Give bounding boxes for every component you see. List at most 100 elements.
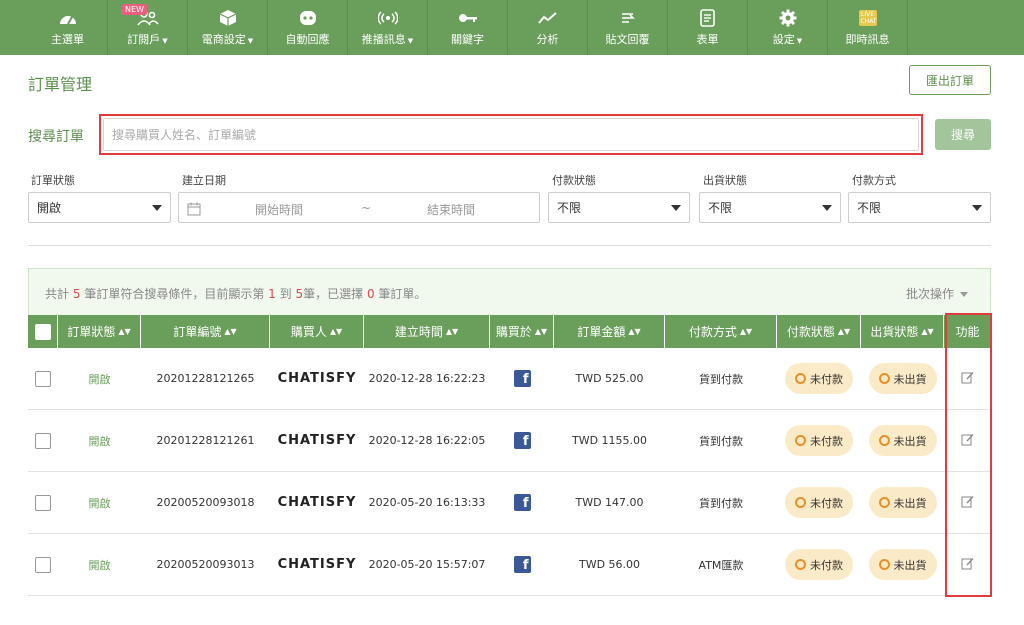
shipping-status-pill[interactable]: 未出貨 <box>868 549 937 580</box>
search-input[interactable] <box>103 118 919 151</box>
col-buyer[interactable]: 購買人 ▲▼ <box>270 315 364 348</box>
col-shipping-status[interactable]: 出貨狀態 ▲▼ <box>861 315 944 348</box>
table-cell: 貨到付款 <box>665 410 777 472</box>
form-icon <box>699 8 716 28</box>
table-cell: 20201228121261 <box>141 410 270 472</box>
table-cell: 未出貨 <box>861 410 944 472</box>
shipping-status-pill[interactable]: 未出貨 <box>868 425 937 456</box>
order-number: 20200520093013 <box>156 558 255 571</box>
gear-icon <box>779 8 797 28</box>
col-order-status[interactable]: 訂單狀態 ▲▼ <box>58 315 141 348</box>
payment-method: 貨到付款 <box>699 496 743 510</box>
buyer-name: CHATISFY <box>277 371 357 386</box>
table-cell: f <box>490 348 554 410</box>
order-amount: TWD 56.00 <box>578 558 641 571</box>
nav-label: 自動回應 <box>285 33 330 46</box>
order-status-link[interactable]: 開啟 <box>89 495 111 511</box>
nav-item-box[interactable]: 電商設定 ▼ <box>188 0 268 55</box>
sort-icon: ▲▼ <box>628 327 641 336</box>
sort-icon: ▲▼ <box>837 327 851 336</box>
export-orders-button[interactable]: 匯出訂單 <box>909 65 991 95</box>
nav-item-analytics[interactable]: 分析 <box>508 0 588 55</box>
row-checkbox[interactable] <box>35 556 51 573</box>
status-ring-icon <box>878 435 890 446</box>
caret-down-icon: ▼ <box>796 37 803 45</box>
nav-item-bot[interactable]: 自動回應 <box>268 0 348 55</box>
col-order-no[interactable]: 訂單編號 ▲▼ <box>141 315 270 348</box>
nav-item-users[interactable]: NEW 訂閱戶 ▼ <box>108 0 188 55</box>
nav-label: 設定 ▼ <box>772 33 803 46</box>
table-cell: 未出貨 <box>861 534 944 596</box>
payment-status-select[interactable]: 不限 <box>548 192 690 223</box>
nav-item-key[interactable]: 關鍵字 <box>428 0 508 55</box>
order-status-link[interactable]: 開啟 <box>89 433 111 449</box>
table-cell: TWD 56.00 <box>554 534 665 596</box>
bot-icon <box>299 8 317 28</box>
nav-item-broadcast[interactable]: 推播訊息 ▼ <box>348 0 428 55</box>
batch-actions-dropdown[interactable]: 批次操作 <box>906 285 968 302</box>
dropdown-arrow-icon <box>822 205 832 211</box>
payment-status-pill[interactable]: 未付款 <box>785 425 853 456</box>
table-cell <box>28 410 58 472</box>
facebook-icon: f <box>513 494 531 511</box>
nav-item-form[interactable]: 表單 <box>668 0 748 55</box>
row-checkbox[interactable] <box>35 370 51 387</box>
broadcast-icon <box>377 8 398 28</box>
table-cell: 開啟 <box>58 534 141 596</box>
table-cell: ATM匯款 <box>665 534 777 596</box>
created-time: 2020-12-28 16:22:23 <box>368 372 486 385</box>
nav-item-live-chat[interactable]: LIVE CHAT 即時訊息 <box>828 0 908 55</box>
payment-status-pill[interactable]: 未付款 <box>785 549 853 580</box>
created-date-filter-label: 建立日期 <box>182 174 226 187</box>
nav-item-gear[interactable]: 設定 ▼ <box>748 0 828 55</box>
col-payment-status[interactable]: 付款狀態 ▲▼ <box>777 315 861 348</box>
end-date-input[interactable]: 結束時間 <box>427 201 475 218</box>
payment-method-select[interactable]: 不限 <box>848 192 991 223</box>
table-cell: 2020-05-20 16:13:33 <box>364 472 490 534</box>
nav-label: 分析 <box>536 33 559 46</box>
search-button[interactable]: 搜尋 <box>935 119 991 150</box>
order-status-select[interactable]: 開啟 <box>28 192 171 223</box>
payment-status-filter-label: 付款狀態 <box>552 174 596 187</box>
buyer-name: CHATISFY <box>277 495 357 510</box>
buyer-name: CHATISFY <box>277 433 357 448</box>
nav-item-dashboard[interactable]: 主選單 <box>28 0 108 55</box>
search-label: 搜尋訂單 <box>28 129 84 145</box>
row-checkbox[interactable] <box>35 494 51 511</box>
payment-status-pill[interactable]: 未付款 <box>785 487 853 518</box>
nav-label: 電商設定 ▼ <box>201 33 254 46</box>
date-range-picker[interactable]: 開始時間 ~ 結束時間 <box>178 192 540 223</box>
shipping-status-pill[interactable]: 未出貨 <box>868 487 937 518</box>
order-amount: TWD 147.00 <box>575 496 644 509</box>
col-platform[interactable]: 購買於 ▲▼ <box>490 315 554 348</box>
col-payment-method[interactable]: 付款方式 ▲▼ <box>665 315 777 348</box>
sort-icon: ▲▼ <box>329 327 343 336</box>
shipping-status-select[interactable]: 不限 <box>699 192 841 223</box>
table-cell: 開啟 <box>58 472 141 534</box>
table-cell: 2020-12-28 16:22:05 <box>364 410 490 472</box>
table-cell: 貨到付款 <box>665 348 777 410</box>
nav-label: 表單 <box>696 33 719 46</box>
table-cell: 20201228121265 <box>141 348 270 410</box>
sort-icon: ▲▼ <box>224 327 237 336</box>
shipping-status-pill[interactable]: 未出貨 <box>868 363 937 394</box>
select-all-checkbox[interactable] <box>34 323 51 340</box>
payment-status-pill[interactable]: 未付款 <box>785 363 853 394</box>
col-amount[interactable]: 訂單金額 ▲▼ <box>554 315 665 348</box>
order-amount: TWD 1155.00 <box>571 434 648 447</box>
table-cell: f <box>490 410 554 472</box>
col-created[interactable]: 建立時間 ▲▼ <box>364 315 490 348</box>
order-status-link[interactable]: 開啟 <box>89 371 111 387</box>
nav-item-reply[interactable]: 貼文回覆 <box>588 0 668 55</box>
table-cell: TWD 1155.00 <box>554 410 665 472</box>
table-row: 開啟 20200520093013 CHATISFY 2020-05-20 15:57… <box>28 534 991 596</box>
table-cell: TWD 147.00 <box>554 472 665 534</box>
row-checkbox[interactable] <box>35 432 51 449</box>
calendar-icon <box>187 201 201 220</box>
payment-method: 貨到付款 <box>699 434 743 448</box>
order-number: 20201228121265 <box>156 372 255 385</box>
table-row: 開啟 20201228121265 CHATISFY 2020-12-28 16:22… <box>28 348 991 410</box>
order-status-link[interactable]: 開啟 <box>89 557 111 573</box>
status-ring-icon <box>878 373 890 384</box>
start-date-input[interactable]: 開始時間 <box>255 201 303 218</box>
